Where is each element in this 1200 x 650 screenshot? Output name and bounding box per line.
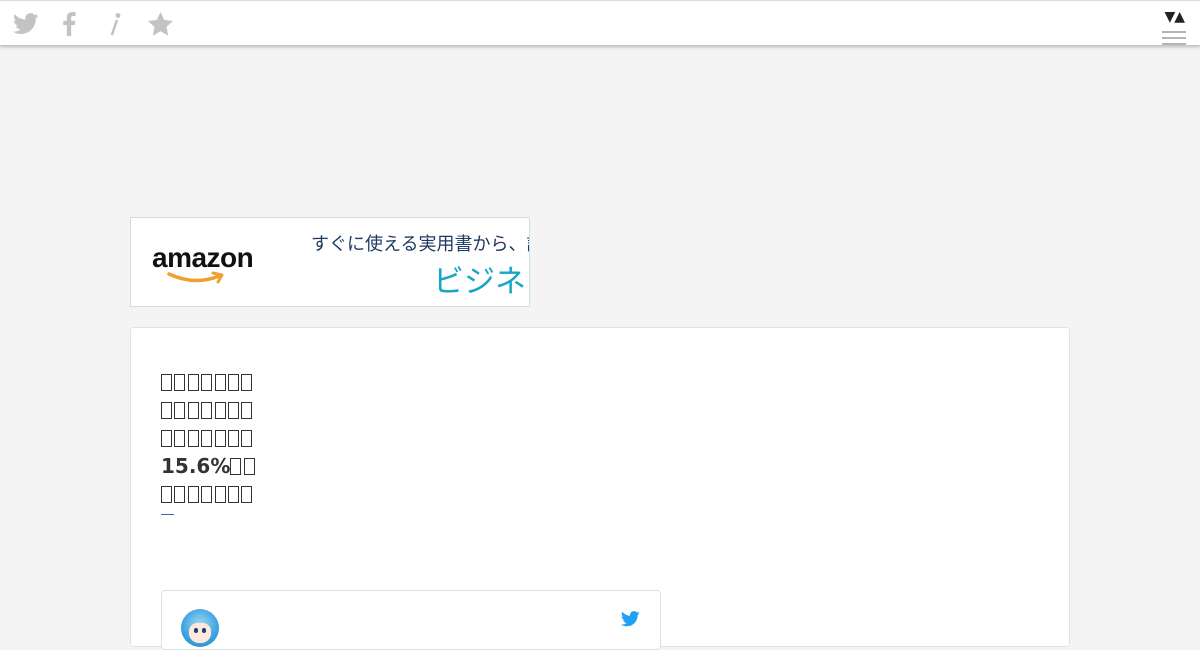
missing-glyph-box <box>201 430 213 447</box>
missing-glyph-box <box>201 374 213 391</box>
text-line: 15.6% <box>161 452 257 480</box>
content-card: 15.6% <box>130 327 1070 650</box>
ad-headline: ビジネス <box>433 264 529 300</box>
top-toolbar: ▼▲ <box>0 0 1200 46</box>
missing-glyph-box <box>187 374 199 391</box>
missing-glyph-box <box>230 458 242 475</box>
missing-glyph-box <box>161 486 172 503</box>
missing-glyph-box <box>161 430 172 447</box>
post-text: 15.6% <box>161 368 257 508</box>
missing-glyph-box <box>174 402 186 419</box>
facebook-icon[interactable] <box>62 11 76 37</box>
avatar[interactable] <box>181 609 219 647</box>
missing-glyph-box <box>161 402 172 419</box>
missing-glyph-box <box>214 430 226 447</box>
info-icon[interactable] <box>108 11 122 37</box>
missing-glyph-box <box>187 402 199 419</box>
star-icon[interactable] <box>148 11 173 37</box>
missing-glyph-box <box>187 430 199 447</box>
missing-glyph-box <box>174 374 186 391</box>
missing-glyph-box <box>174 486 186 503</box>
amazon-ad-banner[interactable]: amazon すぐに使える実用書から、話 ビジネス <box>130 217 530 307</box>
text-prefix: 15.6% <box>161 454 231 478</box>
missing-glyph-box <box>214 486 226 503</box>
missing-glyph-box <box>187 486 199 503</box>
missing-glyph-box <box>241 486 253 503</box>
embedded-tweet[interactable] <box>161 590 661 650</box>
missing-glyph-box <box>227 374 239 391</box>
missing-glyph-box <box>227 430 239 447</box>
missing-glyph-box <box>161 374 172 391</box>
missing-glyph-box <box>241 402 253 419</box>
ad-tagline: すぐに使える実用書から、話 <box>311 234 530 255</box>
missing-glyph-box <box>243 458 255 475</box>
missing-glyph-box <box>201 402 213 419</box>
amazon-smile-icon <box>167 271 224 284</box>
missing-glyph-box <box>214 402 226 419</box>
text-line <box>161 396 257 424</box>
menu-icon[interactable] <box>1162 31 1186 47</box>
missing-glyph-box <box>227 486 239 503</box>
missing-glyph-box <box>227 402 239 419</box>
twitter-bird-icon[interactable] <box>620 611 640 631</box>
missing-glyph-box <box>241 374 253 391</box>
sort-arrows[interactable]: ▼▲ <box>1164 9 1185 25</box>
text-line <box>161 368 257 396</box>
missing-glyph-box <box>174 430 186 447</box>
twitter-icon[interactable] <box>13 11 39 37</box>
missing-glyph-box <box>241 430 253 447</box>
text-line <box>161 480 257 508</box>
post-link[interactable] <box>161 514 174 515</box>
missing-glyph-box <box>201 486 213 503</box>
text-line <box>161 424 257 452</box>
missing-glyph-box <box>214 374 226 391</box>
